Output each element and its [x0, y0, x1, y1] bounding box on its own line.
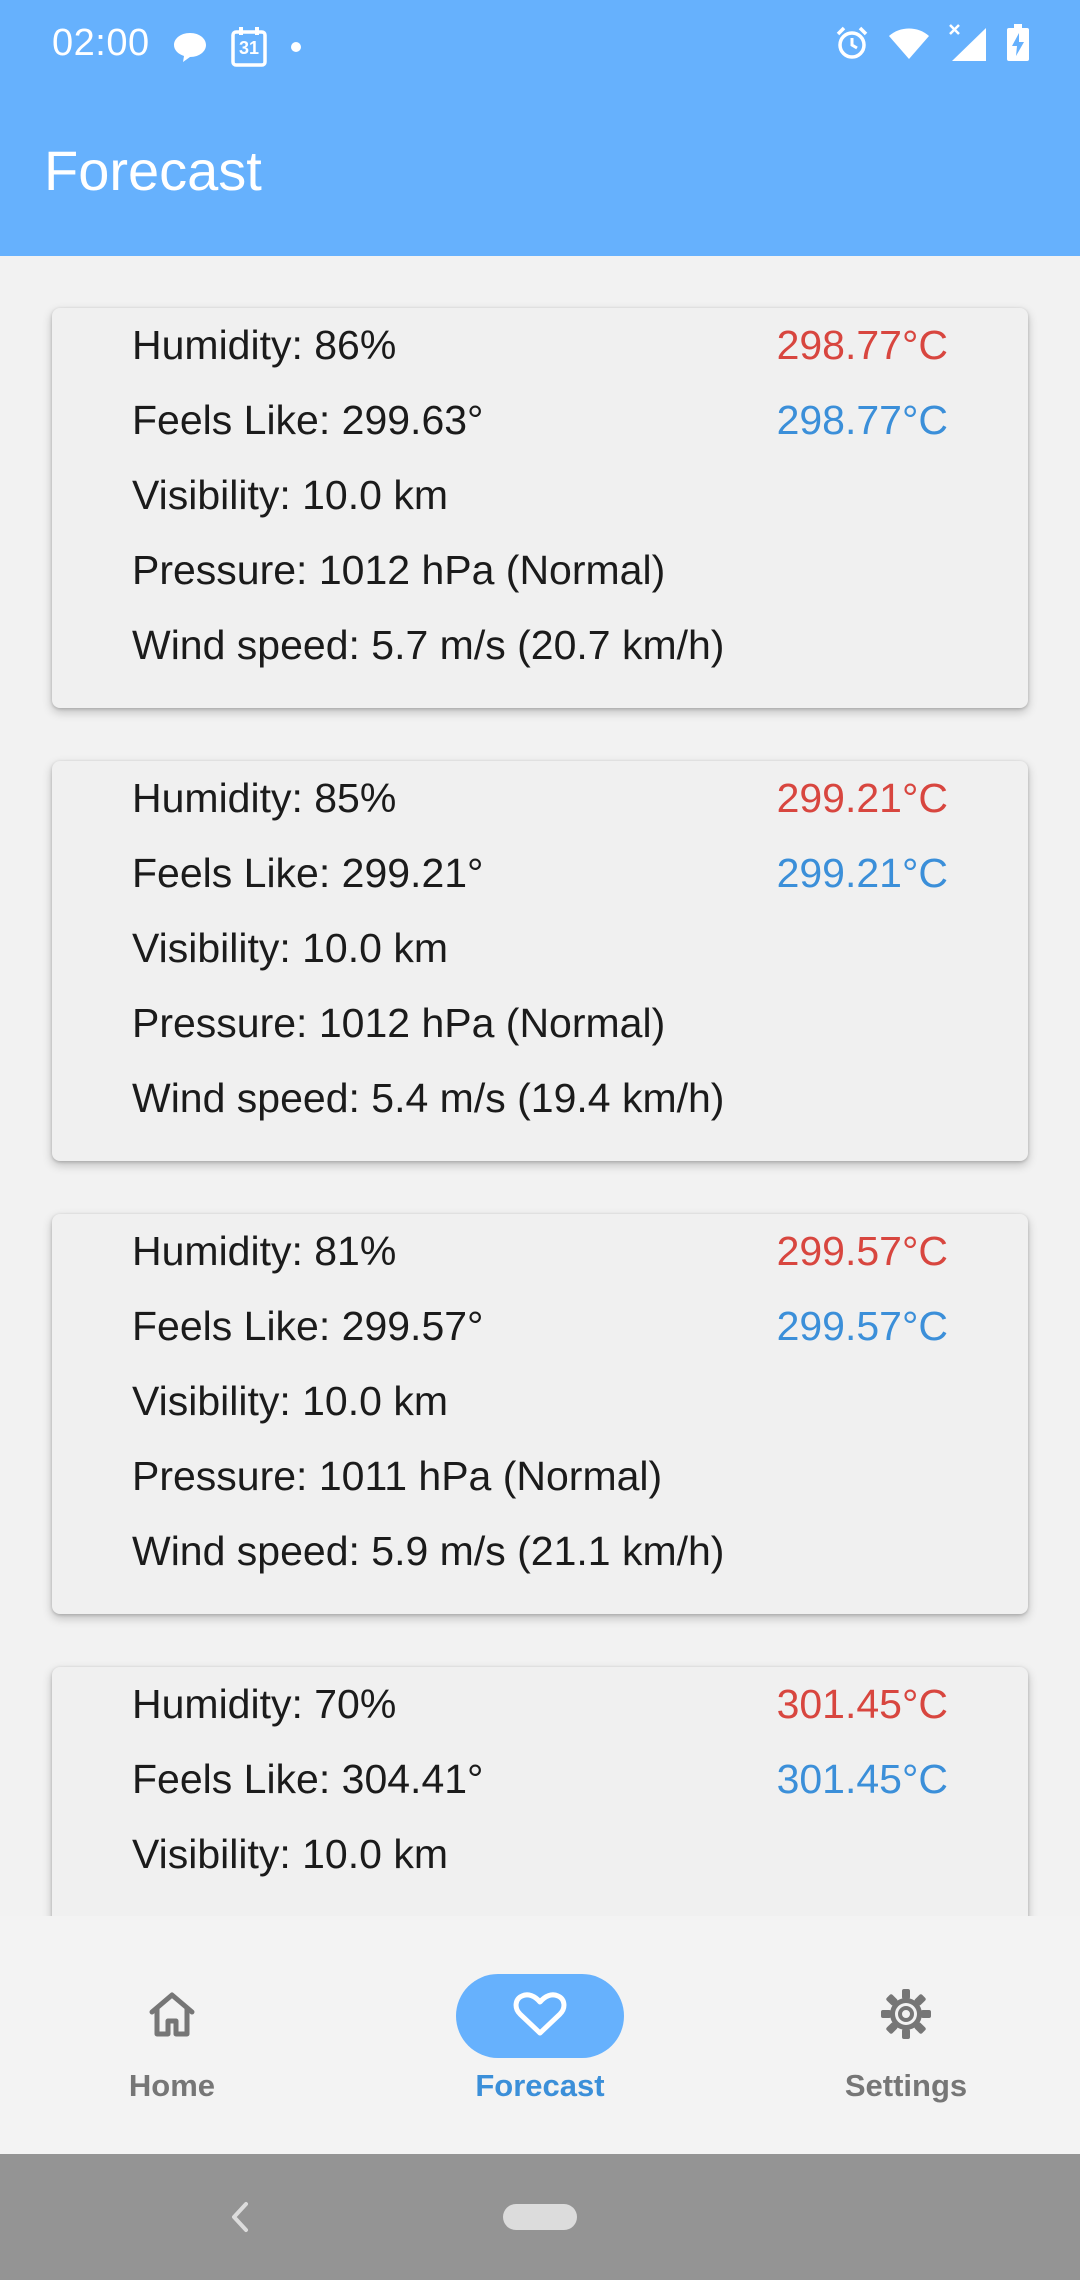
- temp-high: 298.77°C: [776, 321, 948, 368]
- forecast-row: Humidity: 70% 301.45°C: [132, 1674, 948, 1734]
- visibility-text: Visibility: 10.0 km: [132, 924, 448, 971]
- gear-icon: [879, 1987, 933, 2046]
- feels-like-text: Feels Like: 299.57°: [132, 1302, 484, 1349]
- forecast-row: Feels Like: 299.57° 299.57°C: [132, 1296, 948, 1356]
- humidity-text: Humidity: 86%: [132, 321, 397, 368]
- nav-item-home[interactable]: Home: [52, 1974, 292, 2124]
- forecast-row: Feels Like: 299.21° 299.21°C: [132, 843, 948, 903]
- forecast-list[interactable]: Humidity: 86% 298.77°C Feels Like: 299.6…: [0, 256, 1080, 1916]
- forecast-row: Pressure: 1012 hPa (Normal): [132, 540, 948, 600]
- temp-low: 299.57°C: [776, 1302, 948, 1349]
- forecast-row: Visibility: 10.0 km: [132, 1371, 948, 1431]
- status-time: 02:00: [52, 22, 150, 64]
- forecast-row: Visibility: 10.0 km: [132, 918, 948, 978]
- temp-low: 299.21°C: [776, 849, 948, 896]
- wind-speed-text: Wind speed: 5.4 m/s (19.4 km/h): [132, 1074, 725, 1121]
- back-chevron-icon[interactable]: [226, 2200, 254, 2239]
- pressure-text: Pressure: 1012 hPa (Normal): [132, 999, 666, 1046]
- cell-signal-icon: [948, 24, 988, 62]
- nav-icon-container[interactable]: [822, 1974, 990, 2058]
- feels-like-text: Feels Like: 299.21°: [132, 849, 484, 896]
- nav-label-settings: Settings: [844, 2068, 968, 2103]
- alarm-icon: [834, 25, 870, 61]
- forecast-card[interactable]: Humidity: 86% 298.77°C Feels Like: 299.6…: [52, 308, 1028, 708]
- wind-speed-text: Wind speed: 5.9 m/s (21.1 km/h): [132, 1527, 725, 1574]
- forecast-card[interactable]: Humidity: 70% 301.45°C Feels Like: 304.4…: [52, 1667, 1028, 1916]
- humidity-text: Humidity: 81%: [132, 1227, 397, 1274]
- forecast-row: Wind speed: 5.9 m/s (21.1 km/h): [132, 1521, 948, 1581]
- page-title: Forecast: [44, 139, 262, 202]
- status-system-icons: [834, 24, 1030, 62]
- nav-icon-container[interactable]: [456, 1974, 624, 2058]
- forecast-row: Pressure: 1011 hPa (Normal): [132, 1446, 948, 1506]
- home-pill-icon[interactable]: [503, 2204, 577, 2230]
- system-navigation-bar: [0, 2154, 1080, 2280]
- temp-high: 301.45°C: [776, 1680, 948, 1727]
- forecast-row: Visibility: 10.0 km: [132, 1824, 948, 1884]
- temp-high: 299.57°C: [776, 1227, 948, 1274]
- forecast-card[interactable]: Humidity: 81% 299.57°C Feels Like: 299.5…: [52, 1214, 1028, 1614]
- battery-charging-icon: [1006, 24, 1030, 62]
- status-notification-icons: 31: [172, 26, 302, 68]
- status-bar: 02:00 31: [0, 0, 1080, 92]
- forecast-row: Feels Like: 304.41° 301.45°C: [132, 1749, 948, 1809]
- heart-icon: [513, 1990, 567, 2043]
- temp-high: 299.21°C: [776, 774, 948, 821]
- forecast-row: Humidity: 81% 299.57°C: [132, 1221, 948, 1281]
- calendar-icon: 31: [230, 26, 268, 68]
- forecast-row: Pressure: 1012 hPa (Normal): [132, 993, 948, 1053]
- forecast-row: Humidity: 86% 298.77°C: [132, 315, 948, 375]
- temp-low: 301.45°C: [776, 1755, 948, 1802]
- temp-low: 298.77°C: [776, 396, 948, 443]
- feels-like-text: Feels Like: 299.63°: [132, 396, 484, 443]
- pressure-text: Pressure: 1012 hPa (Normal): [132, 546, 666, 593]
- chat-bubble-icon: [172, 30, 208, 64]
- visibility-text: Visibility: 10.0 km: [132, 471, 448, 518]
- forecast-card[interactable]: Humidity: 85% 299.21°C Feels Like: 299.2…: [52, 761, 1028, 1161]
- nav-item-forecast[interactable]: Forecast: [420, 1974, 660, 2124]
- forecast-row: Wind speed: 5.4 m/s (19.4 km/h): [132, 1068, 948, 1128]
- pressure-text: Pressure: 1011 hPa (Normal): [132, 1452, 663, 1499]
- visibility-text: Visibility: 10.0 km: [132, 1377, 448, 1424]
- bottom-navigation: Home Forecast Settings: [0, 1916, 1080, 2154]
- nav-label-home: Home: [128, 2068, 216, 2103]
- visibility-text: Visibility: 10.0 km: [132, 1830, 448, 1877]
- nav-label-forecast: Forecast: [475, 2068, 605, 2103]
- wind-speed-text: Wind speed: 5.7 m/s (20.7 km/h): [132, 621, 725, 668]
- forecast-row: Wind speed: 5.7 m/s (20.7 km/h): [132, 615, 948, 675]
- wifi-icon: [888, 26, 930, 60]
- forecast-row: Visibility: 10.0 km: [132, 465, 948, 525]
- calendar-day: 31: [238, 38, 260, 58]
- forecast-row: Feels Like: 299.63° 298.77°C: [132, 390, 948, 450]
- feels-like-text: Feels Like: 304.41°: [132, 1755, 484, 1802]
- home-icon: [146, 1990, 198, 2043]
- humidity-text: Humidity: 70%: [132, 1680, 397, 1727]
- humidity-text: Humidity: 85%: [132, 774, 397, 821]
- nav-icon-container[interactable]: [88, 1974, 256, 2058]
- nav-item-settings[interactable]: Settings: [786, 1974, 1026, 2124]
- app-header: 02:00 31 Forecast: [0, 0, 1080, 256]
- forecast-row: Humidity: 85% 299.21°C: [132, 768, 948, 828]
- notification-dot-icon: [290, 41, 302, 53]
